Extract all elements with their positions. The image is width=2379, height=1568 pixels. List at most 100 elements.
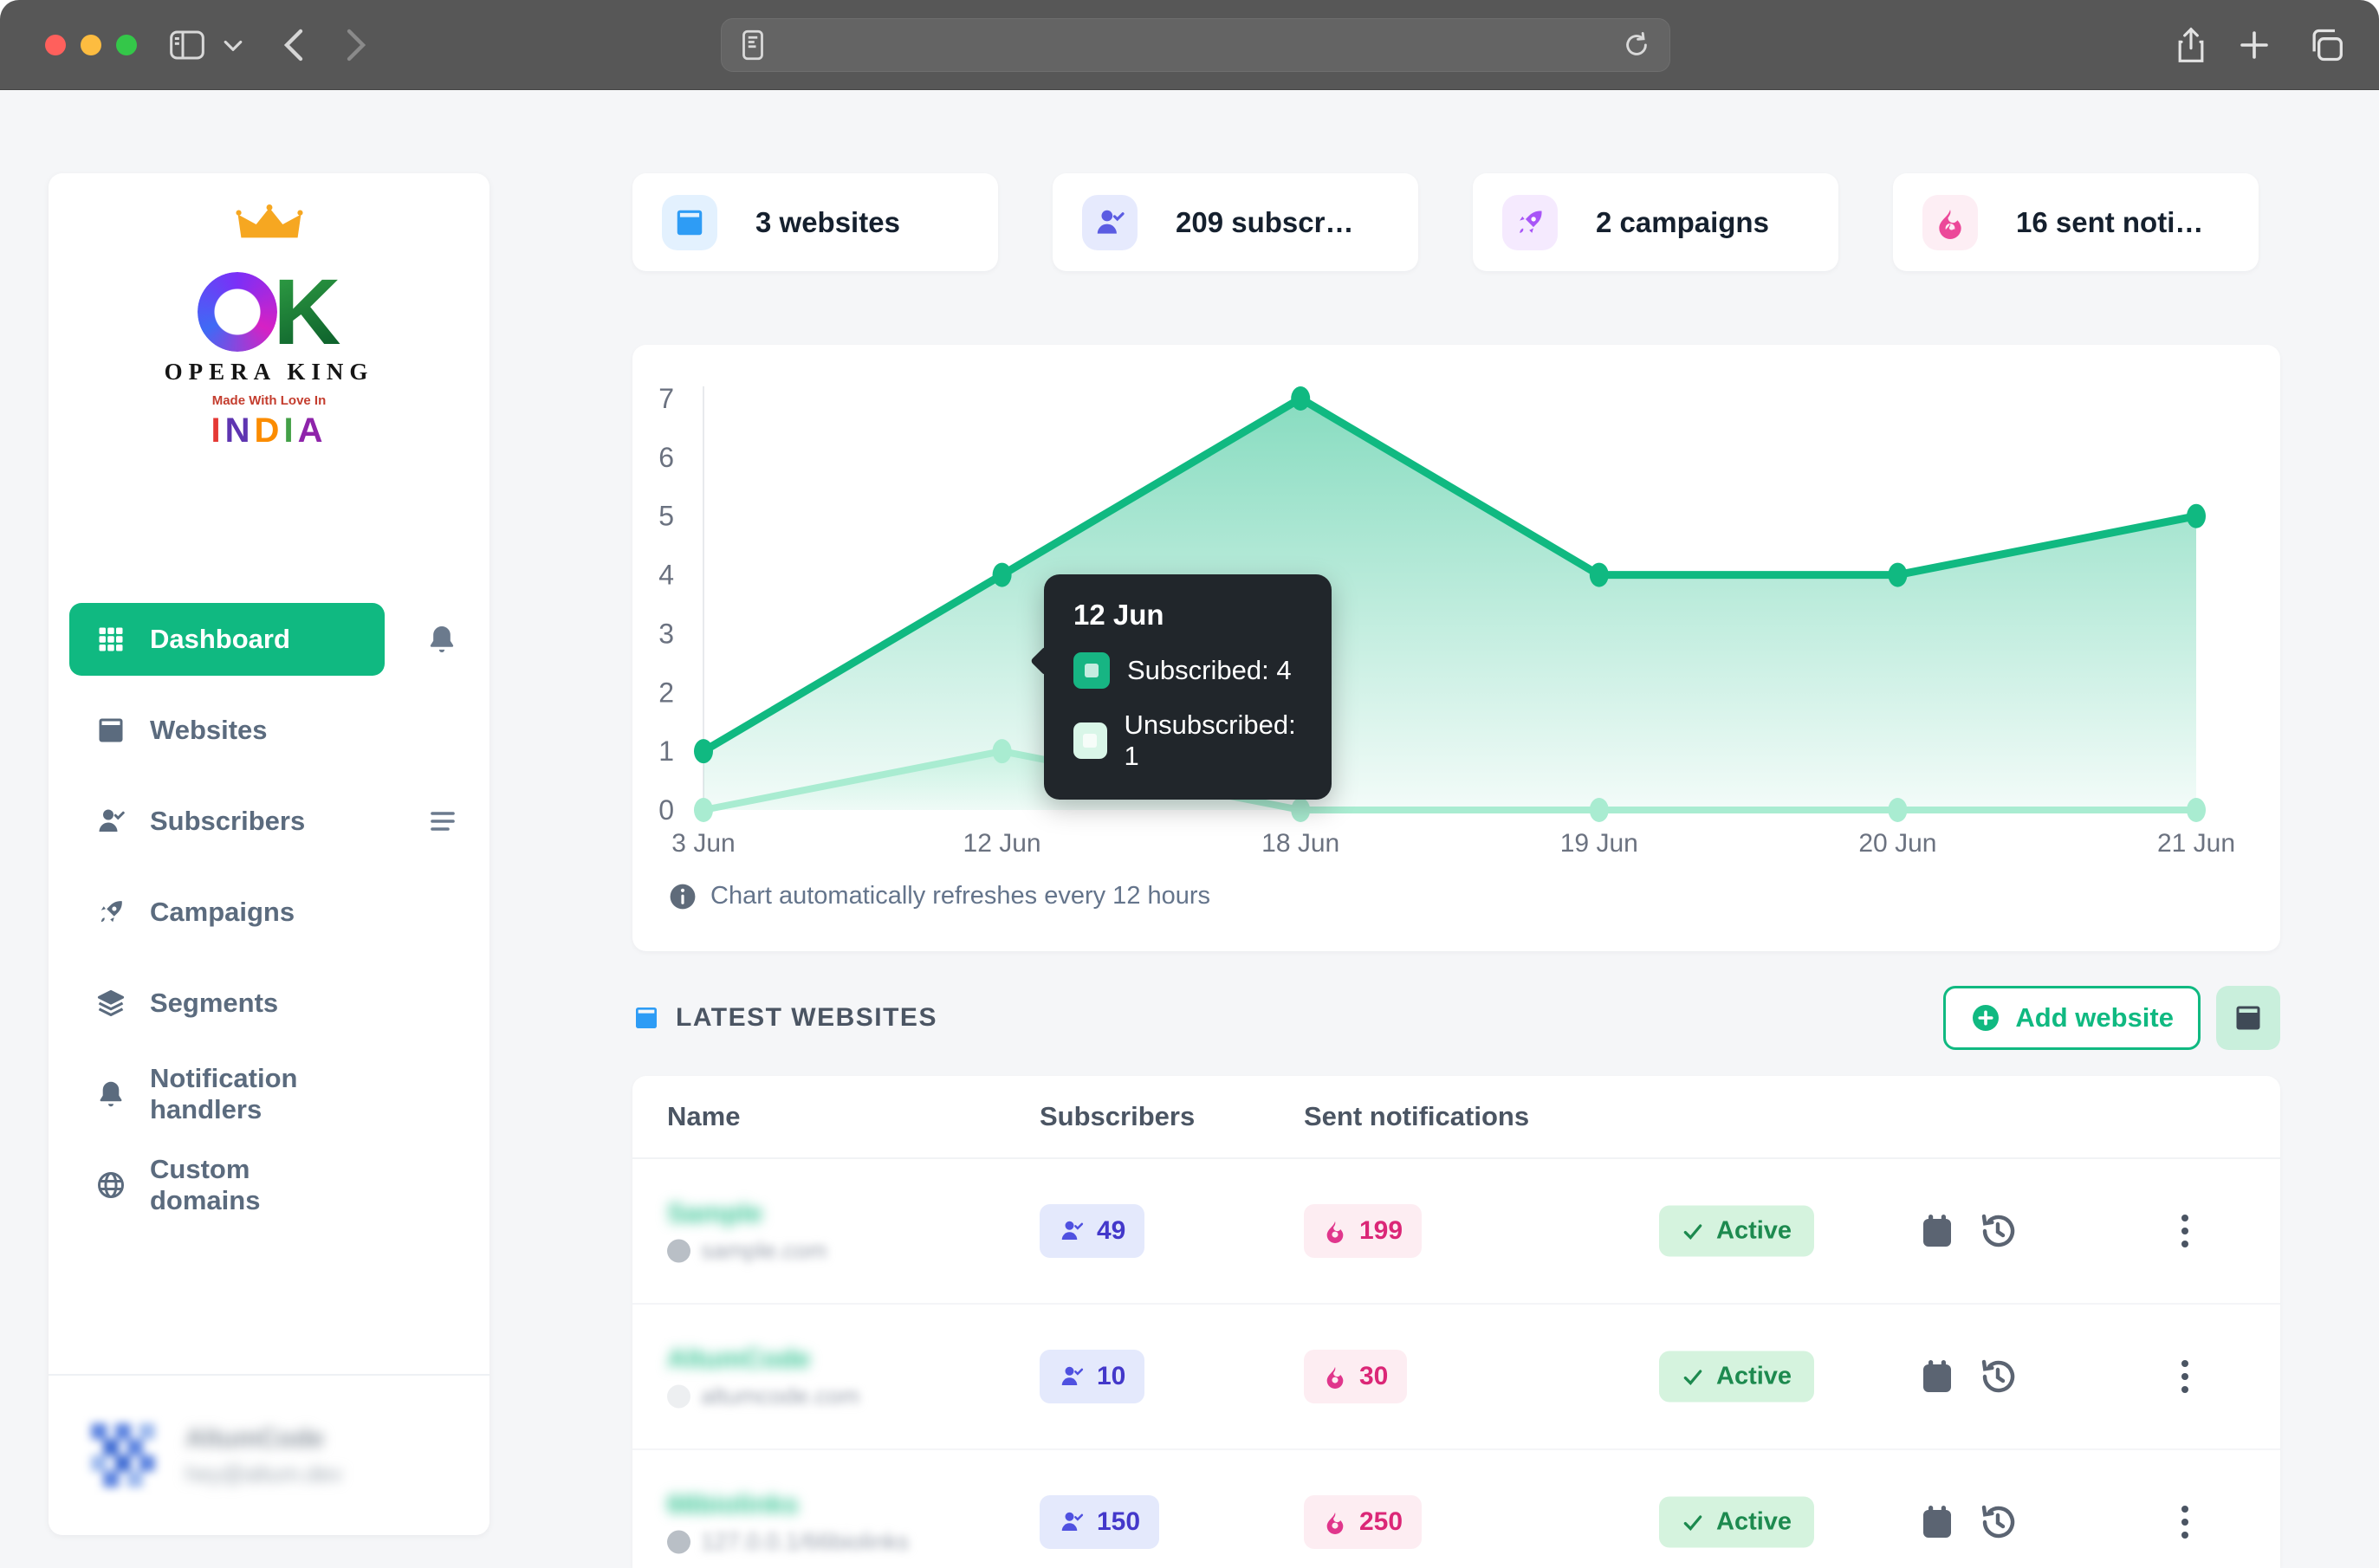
reader-icon[interactable] xyxy=(741,29,765,61)
favicon xyxy=(667,1239,690,1263)
website-name[interactable]: AltumCode xyxy=(667,1344,859,1375)
brand-country: INDIA xyxy=(211,411,327,450)
sidebar-item-campaigns[interactable]: Campaigns xyxy=(69,876,469,949)
calendar-icon[interactable] xyxy=(1916,1356,1958,1397)
stat-label: 2 campaigns xyxy=(1596,205,1769,238)
sidebar-item-websites[interactable]: Websites xyxy=(69,694,469,767)
notifications-count: 250 xyxy=(1359,1507,1403,1536)
zoom-window-button[interactable] xyxy=(116,35,137,55)
websites-list-button[interactable] xyxy=(2216,986,2280,1050)
section-title: LATEST WEBSITES xyxy=(676,1003,937,1032)
brand-tagline: Made With Love In xyxy=(211,393,327,408)
reload-icon[interactable] xyxy=(1623,31,1650,59)
sidebar-item-label: Notification handlers xyxy=(150,1063,298,1124)
history-icon[interactable] xyxy=(1977,1501,2019,1543)
svg-text:0: 0 xyxy=(658,794,674,826)
sidebar-item-label: Custom domains xyxy=(150,1154,261,1215)
notifications-count-pill: 250 xyxy=(1304,1495,1423,1549)
logo-letter-k: K xyxy=(273,259,341,365)
website-name[interactable]: 66biolinks xyxy=(667,1489,909,1520)
svg-text:7: 7 xyxy=(658,383,674,414)
forward-button[interactable] xyxy=(345,0,367,90)
address-bar[interactable] xyxy=(721,18,1670,72)
user-check-icon xyxy=(1082,194,1138,250)
history-icon[interactable] xyxy=(1977,1356,2019,1397)
notifications-count: 199 xyxy=(1359,1216,1403,1245)
tooltip-date: 12 Jun xyxy=(1073,599,1164,631)
sidebar-toggle-icon[interactable] xyxy=(170,0,204,90)
status-text: Active xyxy=(1716,1362,1792,1390)
browser-icon xyxy=(662,194,717,250)
rocket-icon xyxy=(95,897,126,928)
subscriptions-chart: 0 1 2 3 4 5 6 7 3 Jun 12 Jun 18 Jun 19 Jun 20 Jun 21 … xyxy=(632,345,2280,951)
add-website-button[interactable]: Add website xyxy=(1943,986,2201,1050)
stat-card-websites[interactable]: 3 websites xyxy=(632,173,998,271)
back-button[interactable] xyxy=(282,0,305,90)
sidebar-item-custom-domains[interactable]: Custom domains xyxy=(69,1149,469,1221)
sidebar-item-subscribers[interactable]: Subscribers xyxy=(69,785,469,858)
favicon xyxy=(667,1384,690,1409)
table-row[interactable]: AltumCode altumcode.com 10 30 Active xyxy=(632,1305,2280,1450)
calendar-icon[interactable] xyxy=(1916,1501,1958,1543)
subscribers-count-pill: 10 xyxy=(1040,1350,1145,1403)
tooltip-row-subscribed: Subscribed: 4 xyxy=(1073,652,1302,689)
table-row[interactable]: Sample sample.com 49 199 Active xyxy=(632,1159,2280,1305)
flame-icon xyxy=(1922,194,1978,250)
brand-name: OPERA KING xyxy=(164,359,374,385)
history-icon[interactable] xyxy=(1977,1210,2019,1252)
stat-label: 209 subscr… xyxy=(1176,205,1354,238)
subscribers-menu-icon[interactable] xyxy=(427,808,458,834)
browser-icon xyxy=(2233,1002,2264,1033)
svg-text:5: 5 xyxy=(658,501,674,532)
column-header-subscribers: Subscribers xyxy=(1040,1101,1196,1131)
brand-monogram: K xyxy=(197,248,341,365)
chevron-down-icon[interactable] xyxy=(224,0,243,90)
stat-card-campaigns[interactable]: 2 campaigns xyxy=(1473,173,1838,271)
latest-websites-table: Name Subscribers Sent notifications Samp… xyxy=(632,1076,2280,1568)
info-icon xyxy=(669,883,697,910)
tab-overview-icon[interactable] xyxy=(2306,0,2344,90)
subscribers-count: 49 xyxy=(1097,1216,1126,1245)
sidebar: K OPERA KING Made With Love In INDIA Das… xyxy=(49,173,489,1535)
subscribers-count-pill: 150 xyxy=(1040,1495,1160,1549)
grid-icon xyxy=(95,624,126,655)
status-text: Active xyxy=(1716,1507,1792,1536)
sidebar-item-dashboard[interactable]: Dashboard xyxy=(69,603,469,676)
stat-card-subscribers[interactable]: 209 subscr… xyxy=(1053,173,1418,271)
user-profile[interactable]: AltumCode hey@altum.dev xyxy=(49,1374,489,1535)
notifications-count-pill: 199 xyxy=(1304,1204,1423,1258)
subscribers-count: 150 xyxy=(1097,1507,1141,1536)
tooltip-row-unsubscribed: Unsubscribed: 1 xyxy=(1073,709,1302,772)
website-name[interactable]: Sample xyxy=(667,1198,827,1229)
notifications-bell-icon[interactable] xyxy=(425,623,458,656)
globe-icon xyxy=(95,1170,126,1201)
stat-card-notifications[interactable]: 16 sent noti… xyxy=(1893,173,2259,271)
column-header-notifications: Sent notifications xyxy=(1304,1101,1530,1131)
share-icon[interactable] xyxy=(2175,0,2207,90)
close-window-button[interactable] xyxy=(45,35,66,55)
row-menu-kebab-icon[interactable] xyxy=(2181,1215,2188,1247)
row-menu-kebab-icon[interactable] xyxy=(2181,1506,2188,1539)
profile-email: hey@altum.dev xyxy=(185,1460,343,1487)
table-row[interactable]: 66biolinks 127.0.0.1/66biolinks 150 250 … xyxy=(632,1450,2280,1568)
row-menu-kebab-icon[interactable] xyxy=(2181,1360,2188,1393)
svg-text:3 Jun: 3 Jun xyxy=(671,829,735,858)
favicon xyxy=(667,1530,690,1554)
tooltip-unsubscribed-text: Unsubscribed: 1 xyxy=(1124,709,1296,771)
crown-icon xyxy=(235,204,303,238)
calendar-icon[interactable] xyxy=(1916,1210,1958,1252)
chart-tooltip: 12 Jun Subscribed: 4 Unsubscribed: 1 xyxy=(1044,574,1332,800)
profile-name: AltumCode xyxy=(185,1423,324,1453)
subscribers-count-pill: 49 xyxy=(1040,1204,1145,1258)
chart-refresh-note: Chart automatically refreshes every 12 h… xyxy=(669,882,1210,910)
sidebar-item-segments[interactable]: Segments xyxy=(69,967,469,1040)
area-chart[interactable]: 0 1 2 3 4 5 6 7 3 Jun 12 Jun 18 Jun 19 Jun 20 Jun 21 … xyxy=(632,345,2280,865)
avatar xyxy=(83,1416,163,1495)
subscribers-count: 10 xyxy=(1097,1362,1126,1390)
minimize-window-button[interactable] xyxy=(81,35,101,55)
sidebar-item-notification-handlers[interactable]: Notification handlers xyxy=(69,1058,469,1131)
svg-text:20 Jun: 20 Jun xyxy=(1858,829,1936,858)
website-domain: sample.com xyxy=(701,1237,827,1264)
svg-text:19 Jun: 19 Jun xyxy=(1560,829,1638,858)
new-tab-icon[interactable] xyxy=(2237,0,2272,90)
